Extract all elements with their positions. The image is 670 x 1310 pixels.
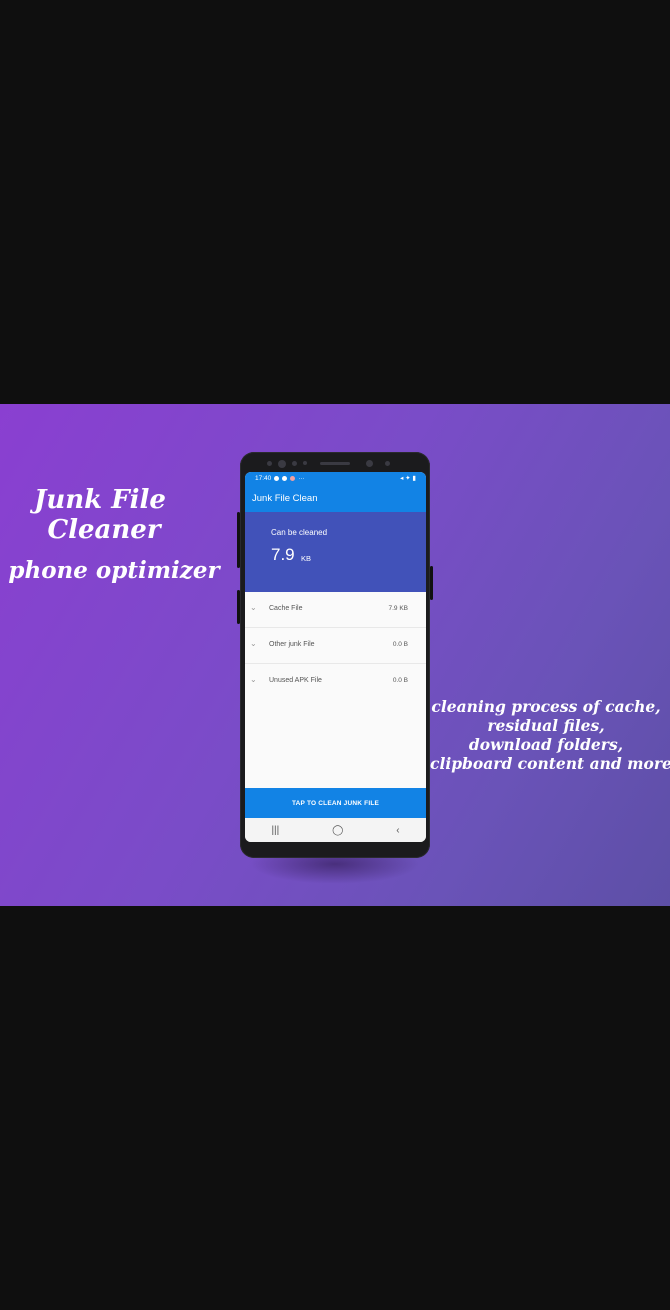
- notification-icon: [290, 475, 296, 481]
- phone-screen: 17:40 ··· ◂ ✦ ▮ Junk File Clean Can be c…: [245, 472, 426, 842]
- back-icon[interactable]: ‹: [396, 825, 399, 836]
- front-camera-icon: [366, 460, 373, 467]
- volume-button: [237, 512, 240, 568]
- feature-line: residual files,: [487, 716, 605, 735]
- status-icons: ◂ ✦ ▮: [400, 475, 416, 482]
- junk-category-row[interactable]: ⌄ Other junk File 0.0 B: [245, 628, 426, 664]
- junk-summary: Can be cleaned 7.9 KB: [245, 512, 426, 592]
- feature-line: download folders,: [468, 735, 624, 754]
- app-title: Junk File Clean: [252, 492, 318, 504]
- feature-description: cleaning process of cache, residual file…: [430, 697, 670, 773]
- more-notifications-icon: ···: [298, 474, 305, 482]
- category-name: Cache File: [269, 605, 303, 612]
- junk-category-row[interactable]: ⌄ Unused APK File 0.0 B: [245, 664, 426, 699]
- sensor-icon: [303, 461, 307, 465]
- chevron-down-icon[interactable]: ⌄: [250, 639, 257, 648]
- category-size: 0.0 B: [392, 641, 408, 648]
- summary-unit: KB: [301, 554, 312, 563]
- notification-icon: [282, 475, 288, 481]
- app-bar: Junk File Clean: [245, 484, 426, 512]
- summary-value: 7.9: [271, 545, 295, 564]
- earpiece-speaker: [320, 462, 350, 465]
- recents-icon[interactable]: |||: [271, 825, 279, 836]
- camera-icon: [278, 460, 286, 468]
- category-name: Other junk File: [269, 641, 315, 648]
- category-size: 7.9 KB: [388, 605, 408, 612]
- sensor-icon: [385, 461, 390, 466]
- category-size: 0.0 B: [392, 677, 408, 684]
- clean-junk-button[interactable]: TAP TO CLEAN JUNK FILE: [245, 788, 426, 818]
- chevron-down-icon[interactable]: ⌄: [250, 675, 257, 684]
- status-bar: 17:40 ··· ◂ ✦ ▮: [245, 472, 426, 484]
- chevron-down-icon[interactable]: ⌄: [250, 603, 257, 612]
- sensor-icon: [292, 461, 297, 466]
- feature-line: cleaning process of cache,: [431, 697, 661, 716]
- power-button: [430, 566, 433, 600]
- category-name: Unused APK File: [269, 677, 322, 684]
- promo-banner: Junk File Cleaner phone optimizer cleani…: [0, 404, 670, 906]
- bixby-button: [237, 590, 240, 624]
- status-time: 17:40: [255, 474, 272, 482]
- home-icon[interactable]: ◯: [332, 825, 343, 836]
- junk-category-row[interactable]: ⌄ Cache File 7.9 KB: [245, 592, 426, 628]
- feature-line: clipboard content and more: [430, 754, 670, 773]
- sensor-icon: [267, 461, 272, 466]
- phone-mockup: 17:40 ··· ◂ ✦ ▮ Junk File Clean Can be c…: [237, 452, 433, 858]
- headline-line-2: Cleaner: [47, 515, 161, 545]
- notification-icon: [274, 475, 280, 481]
- system-nav-bar: ||| ◯ ‹: [245, 818, 426, 842]
- summary-label: Can be cleaned: [271, 528, 328, 537]
- headline-line-1: Junk File: [34, 485, 166, 515]
- headline-subtitle: phone optimizer: [8, 557, 220, 584]
